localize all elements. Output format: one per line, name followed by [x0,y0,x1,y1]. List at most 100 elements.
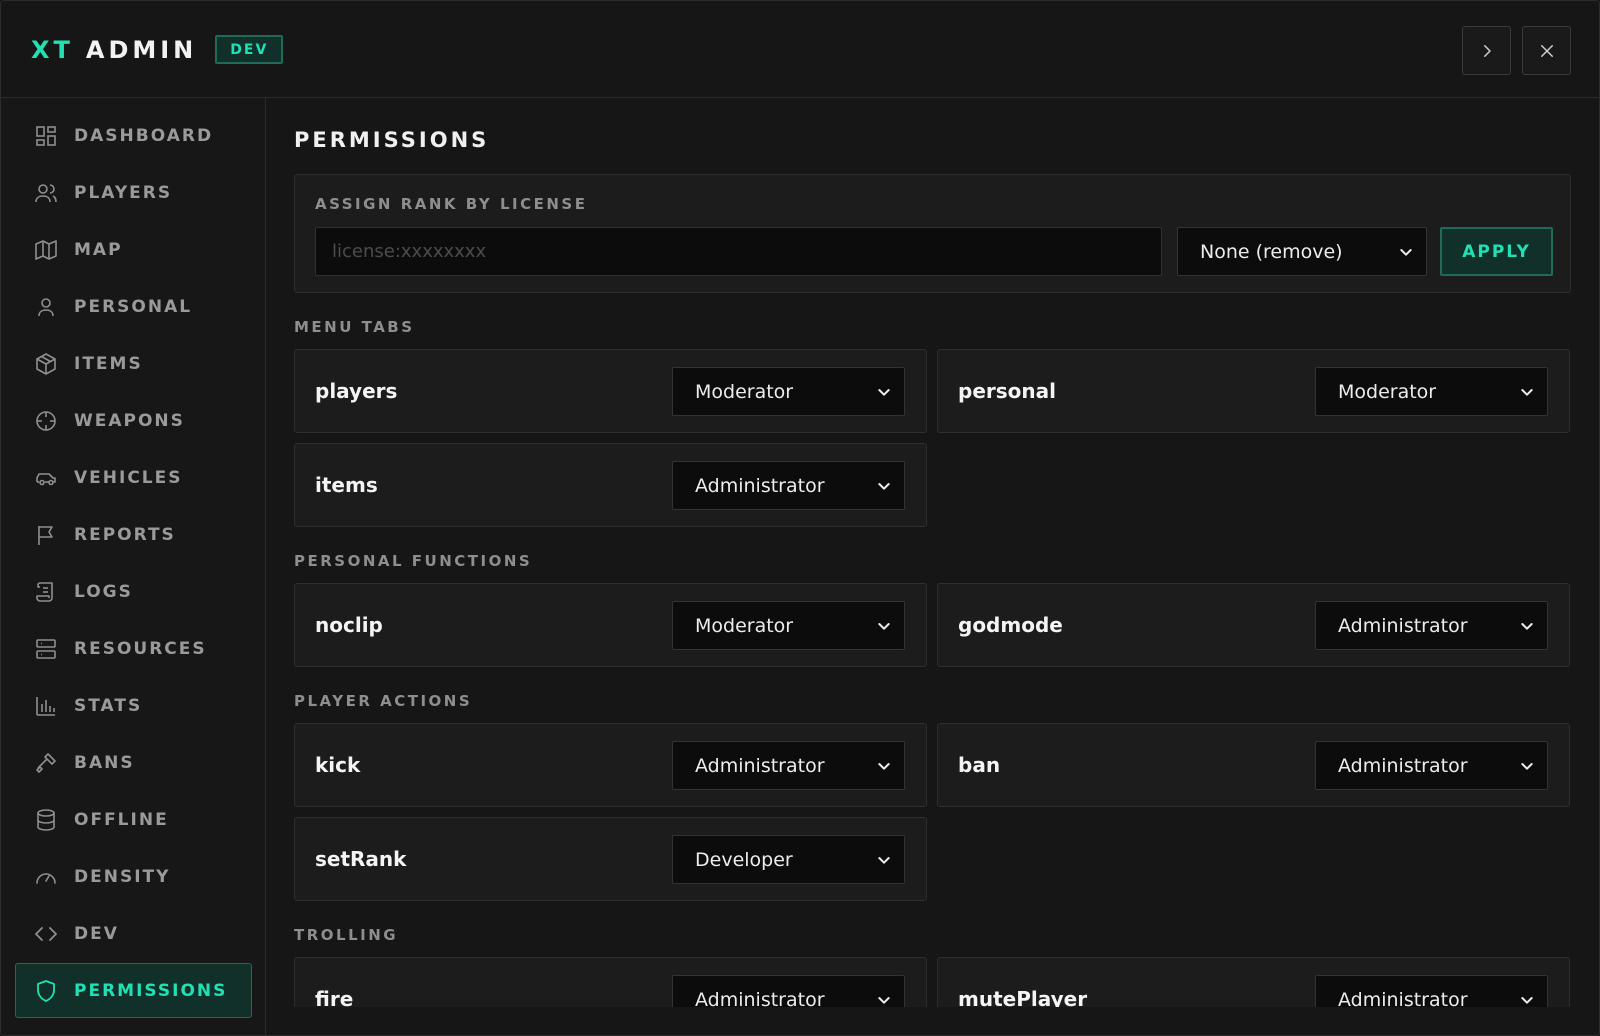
chevron-down-icon [878,762,890,770]
dashboard-icon [36,125,56,146]
sidebar-item-label: DASHBOARD [74,125,214,146]
permission-name: personal [958,379,1056,403]
sidebar-item-offline[interactable]: OFFLINE [15,792,252,847]
user-icon [38,297,54,316]
section-title-personal-functions: PERSONAL FUNCTIONS [294,552,533,570]
permission-row: personal Moderator [937,349,1570,433]
permission-name: setRank [315,847,407,871]
database-icon [37,808,55,831]
permission-rank-value: Moderator [1338,380,1437,403]
header: XT ADMIN DEV [1,1,1599,98]
permission-row: fire Administrator [294,957,927,1007]
rank-select[interactable]: None (remove) [1177,227,1427,276]
permission-rank-select[interactable]: Administrator [672,461,905,510]
users-icon [35,183,57,202]
permission-rank-select[interactable]: Administrator [1315,975,1548,1007]
sidebar-item-label: REPORTS [74,524,176,545]
page-title: PERMISSIONS [294,128,490,152]
sidebar-item-label: PERMISSIONS [74,980,228,1001]
server-icon [36,638,56,659]
brand-accent: XT [31,35,74,64]
sidebar-item-label: VEHICLES [74,467,183,488]
env-badge: DEV [215,35,284,64]
sidebar-item-personal[interactable]: PERSONAL [15,279,252,334]
sidebar-item-dev[interactable]: DEV [15,906,252,961]
gavel-icon [36,752,56,773]
license-input[interactable] [315,227,1162,276]
permission-name: ban [958,753,1001,777]
permission-rank-select[interactable]: Administrator [672,975,905,1007]
shield-icon [37,979,55,1002]
chevron-down-icon [878,622,890,630]
permission-row: mutePlayer Administrator [937,957,1570,1007]
permission-rank-value: Administrator [1338,614,1468,637]
chevron-down-icon [1521,996,1533,1004]
permission-rank-value: Administrator [695,988,825,1008]
chevron-down-icon [1400,248,1412,256]
sidebar-item-label: PLAYERS [74,182,173,203]
chevron-down-icon [878,856,890,864]
permission-row: kick Administrator [294,723,927,807]
sidebar-item-logs[interactable]: LOGS [15,564,252,619]
brand: XT ADMIN DEV [31,35,284,64]
sidebar: DASHBOARD PLAYERS MAP PERSONAL ITEMS WEA… [1,98,266,1035]
forward-button[interactable] [1462,26,1511,75]
sidebar-item-label: DEV [74,923,119,944]
sidebar-item-label: MAP [74,239,123,260]
permission-rank-select[interactable]: Administrator [672,741,905,790]
sidebar-item-dashboard[interactable]: DASHBOARD [15,108,252,163]
gauge-icon [36,872,56,884]
permission-row: ban Administrator [937,723,1570,807]
sidebar-item-label: RESOURCES [74,638,207,659]
section-title-trolling: TROLLING [294,926,399,944]
sidebar-item-map[interactable]: MAP [15,222,252,277]
rank-select-value: None (remove) [1200,240,1343,263]
permission-rank-value: Developer [695,848,793,871]
permission-rank-select[interactable]: Administrator [1315,601,1548,650]
assign-rank-panel: ASSIGN RANK BY LICENSE None (remove) APP… [294,174,1571,293]
permission-name: items [315,473,378,497]
permission-rank-value: Administrator [695,474,825,497]
permission-name: players [315,379,398,403]
map-icon [35,239,57,260]
sidebar-item-stats[interactable]: STATS [15,678,252,733]
permission-rank-select[interactable]: Developer [672,835,905,884]
sidebar-item-reports[interactable]: REPORTS [15,507,252,562]
permission-row: noclip Moderator [294,583,927,667]
permission-rank-select[interactable]: Administrator [1315,741,1548,790]
sidebar-item-label: BANS [74,752,135,773]
sidebar-item-vehicles[interactable]: VEHICLES [15,450,252,505]
chevron-down-icon [878,388,890,396]
permission-rank-select[interactable]: Moderator [1315,367,1548,416]
permission-rank-select[interactable]: Moderator [672,367,905,416]
sidebar-item-players[interactable]: PLAYERS [15,165,252,220]
assign-rank-label: ASSIGN RANK BY LICENSE [315,195,588,213]
sidebar-item-items[interactable]: ITEMS [15,336,252,391]
sidebar-item-label: DENSITY [74,866,171,887]
sidebar-item-label: PERSONAL [74,296,193,317]
permission-rank-value: Moderator [695,380,794,403]
section-title-menu-tabs: MENU TABS [294,318,415,336]
chevron-down-icon [1521,762,1533,770]
permission-rank-value: Moderator [695,614,794,637]
sidebar-item-permissions[interactable]: PERMISSIONS [15,963,252,1018]
apply-button[interactable]: APPLY [1440,227,1553,276]
permission-name: kick [315,753,361,777]
main-content: PERMISSIONS ASSIGN RANK BY LICENSE None … [267,98,1599,1007]
permission-name: fire [315,987,354,1007]
permission-row: players Moderator [294,349,927,433]
sidebar-item-weapons[interactable]: WEAPONS [15,393,252,448]
sidebar-item-label: OFFLINE [74,809,169,830]
code-icon [35,926,57,941]
permission-row: godmode Administrator [937,583,1570,667]
permission-rank-value: Administrator [1338,988,1468,1008]
box-icon [36,352,56,375]
chevron-right-icon [1483,44,1491,57]
sidebar-item-density[interactable]: DENSITY [15,849,252,904]
brand-text: ADMIN [85,35,198,64]
close-button[interactable] [1522,26,1571,75]
scroll-icon [36,581,53,602]
sidebar-item-bans[interactable]: BANS [15,735,252,790]
permission-rank-select[interactable]: Moderator [672,601,905,650]
sidebar-item-resources[interactable]: RESOURCES [15,621,252,676]
